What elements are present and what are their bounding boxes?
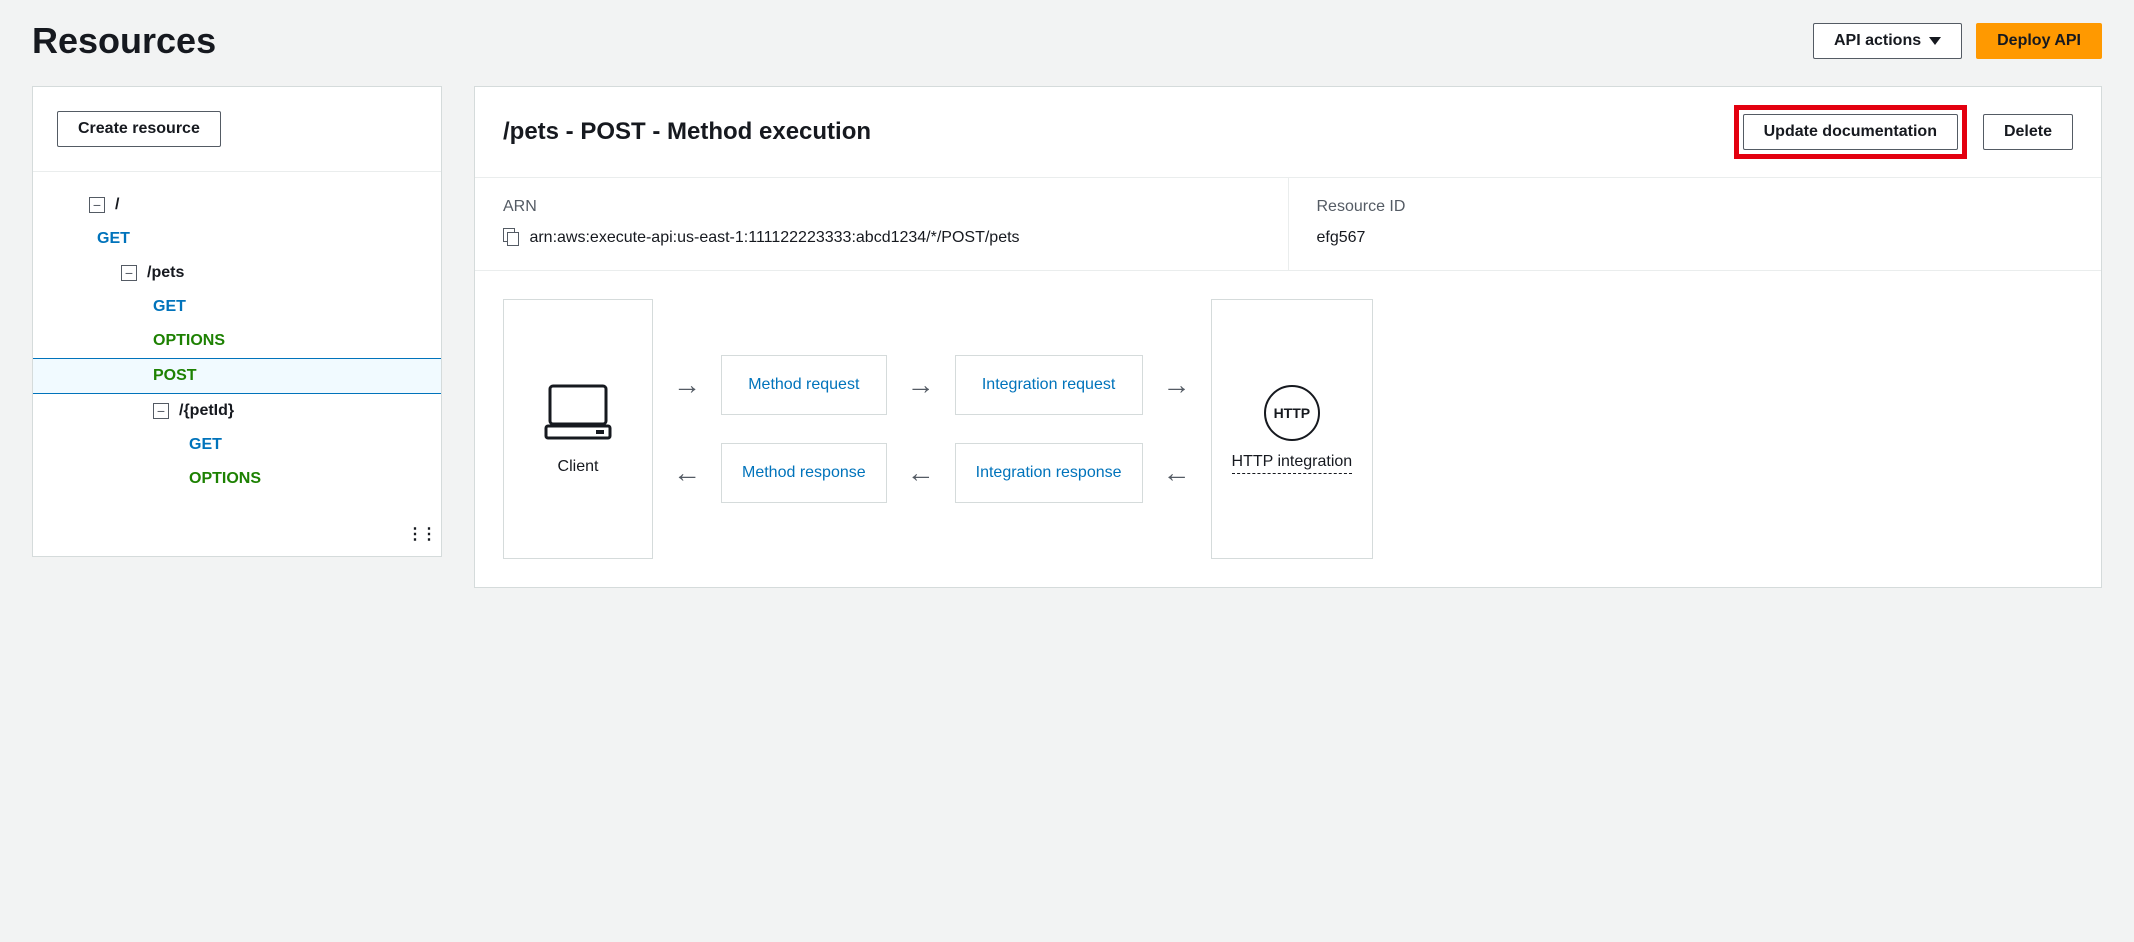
arrow-col: → ←	[673, 299, 701, 559]
integration-request-link[interactable]: Integration request	[982, 376, 1115, 394]
copy-icon[interactable]	[503, 228, 519, 244]
resource-id-cell: Resource ID efg567	[1288, 178, 2102, 270]
tree-row-pets[interactable]: /pets	[33, 256, 441, 290]
page-header: Resources API actions Deploy API	[32, 20, 2102, 62]
method-label: GET	[189, 436, 222, 454]
http-integration-box: HTTP HTTP integration	[1211, 299, 1374, 559]
tree-row-root-get[interactable]: GET	[33, 222, 441, 256]
tree-path-label: /	[115, 196, 119, 214]
resize-handle-icon[interactable]: ⋮⋮	[407, 524, 435, 544]
header-actions: API actions Deploy API	[1813, 23, 2102, 59]
highlight-annotation: Update documentation	[1734, 105, 1967, 159]
method-request-box[interactable]: Method request	[721, 355, 887, 415]
method-details-panel: /pets - POST - Method execution Update d…	[474, 86, 2102, 588]
method-label: OPTIONS	[153, 332, 225, 350]
arrow-right-icon: →	[1163, 355, 1191, 415]
update-documentation-button[interactable]: Update documentation	[1743, 114, 1958, 150]
execution-flow: Client → ← Method request Method respons…	[475, 271, 2101, 587]
http-icon: HTTP	[1264, 385, 1320, 441]
arn-cell: ARN arn:aws:execute-api:us-east-1:111122…	[475, 178, 1288, 270]
collapse-icon[interactable]	[121, 265, 137, 281]
collapse-icon[interactable]	[153, 403, 169, 419]
method-col: Method request Method response	[721, 299, 887, 559]
resource-tree: / GET /pets GET OPTIONS POST	[33, 172, 441, 556]
integration-col: Integration request Integration response	[955, 299, 1143, 559]
tree-row-pets-post[interactable]: POST	[33, 358, 441, 394]
resource-id-value: efg567	[1317, 226, 2074, 250]
tree-path-label: /pets	[147, 264, 184, 282]
arn-label: ARN	[503, 198, 1260, 216]
integration-response-link[interactable]: Integration response	[976, 464, 1122, 482]
arn-value: arn:aws:execute-api:us-east-1:1111222233…	[529, 229, 1019, 246]
tree-row-pets-options[interactable]: OPTIONS	[33, 324, 441, 358]
page-title: Resources	[32, 20, 216, 62]
method-request-link[interactable]: Method request	[748, 376, 859, 394]
method-response-link[interactable]: Method response	[742, 464, 866, 482]
arrow-right-icon: →	[673, 355, 701, 415]
tree-row-pets-get[interactable]: GET	[33, 290, 441, 324]
collapse-icon[interactable]	[89, 197, 105, 213]
tree-row-petid-get[interactable]: GET	[33, 428, 441, 462]
tree-row-root[interactable]: /	[33, 188, 441, 222]
deploy-api-button[interactable]: Deploy API	[1976, 23, 2102, 59]
http-integration-label[interactable]: HTTP integration	[1232, 453, 1353, 474]
arrow-col: → ←	[1163, 299, 1191, 559]
method-label: GET	[97, 230, 130, 248]
method-title: /pets - POST - Method execution	[503, 118, 871, 146]
method-actions: Update documentation Delete	[1734, 105, 2073, 159]
arrow-left-icon: ←	[673, 443, 701, 503]
create-resource-button[interactable]: Create resource	[57, 111, 221, 147]
arrow-col: → ←	[907, 299, 935, 559]
arrow-right-icon: →	[907, 355, 935, 415]
method-label: POST	[153, 367, 197, 385]
arrow-left-icon: ←	[907, 443, 935, 503]
sidebar-toolbar: Create resource	[33, 87, 441, 172]
client-box: Client	[503, 299, 653, 559]
info-row: ARN arn:aws:execute-api:us-east-1:111122…	[475, 178, 2101, 271]
method-label: OPTIONS	[189, 470, 261, 488]
method-label: GET	[153, 298, 186, 316]
tree-row-petid-options[interactable]: OPTIONS	[33, 462, 441, 496]
method-response-box[interactable]: Method response	[721, 443, 887, 503]
caret-down-icon	[1929, 37, 1941, 45]
resources-sidebar: Create resource / GET /pets GET O	[32, 86, 442, 557]
resource-id-label: Resource ID	[1317, 198, 2074, 216]
arn-value-row: arn:aws:execute-api:us-east-1:1111222233…	[503, 226, 1260, 250]
tree-path-label: /{petId}	[179, 402, 234, 420]
api-actions-label: API actions	[1834, 32, 1921, 50]
tree-row-petid[interactable]: /{petId}	[33, 394, 441, 428]
client-label: Client	[558, 458, 599, 476]
client-icon	[542, 382, 614, 442]
arrow-left-icon: ←	[1163, 443, 1191, 503]
http-badge-text: HTTP	[1274, 405, 1311, 421]
method-header: /pets - POST - Method execution Update d…	[475, 87, 2101, 178]
api-actions-button[interactable]: API actions	[1813, 23, 1962, 59]
integration-response-box[interactable]: Integration response	[955, 443, 1143, 503]
integration-request-box[interactable]: Integration request	[955, 355, 1143, 415]
delete-button[interactable]: Delete	[1983, 114, 2073, 150]
